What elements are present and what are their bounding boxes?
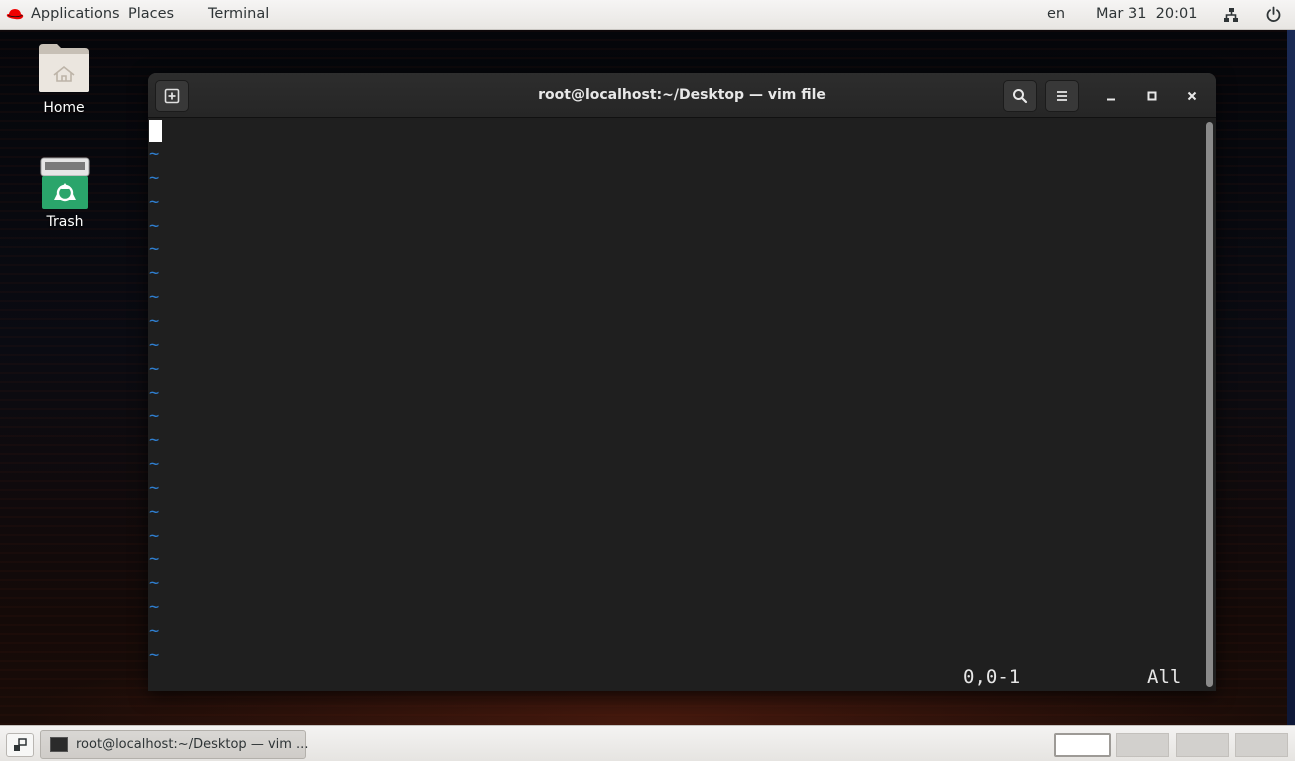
clock[interactable]: Mar 31 20:01 — [1096, 6, 1197, 22]
workspace-2[interactable] — [1116, 733, 1169, 757]
vim-empty-line-marker: ~ — [149, 621, 160, 641]
vim-empty-line-marker: ~ — [149, 597, 160, 618]
show-desktop-button[interactable] — [6, 733, 34, 757]
workspace-1[interactable] — [1054, 733, 1111, 757]
vim-empty-line-marker: ~ — [149, 382, 160, 403]
applications-menu[interactable]: Applications — [31, 6, 120, 22]
search-button[interactable] — [1003, 80, 1037, 112]
vim-empty-line-marker: ~ — [149, 191, 160, 212]
home-label: Home — [43, 100, 85, 116]
workspace-3[interactable] — [1176, 733, 1229, 757]
vim-empty-line-marker: ~ — [149, 358, 160, 379]
show-desktop-icon — [14, 738, 27, 751]
vim-empty-line-marker: ~ — [149, 263, 160, 284]
vim-empty-line-marker: ~ — [149, 549, 160, 570]
menu-button[interactable] — [1045, 80, 1079, 112]
terminal-content[interactable]: 0,0-1 All ~ ~ ~ ~ ~ ~ ~ ~ ~ ~ ~ ~ ~ ~ ~ ~ ~ ~ ~ ~ ~ ~ — [148, 118, 1204, 691]
vim-empty-line-marker: ~ — [149, 334, 160, 355]
maximize-icon — [1147, 91, 1157, 101]
language-indicator[interactable]: en — [1047, 6, 1065, 22]
vim-empty-line-marker: ~ — [149, 573, 160, 594]
taskbar-window-label: root@localhost:~/Desktop — vim ... — [76, 737, 309, 752]
terminal-window: root@localhost:~/Desktop — vim file 0,0-… — [148, 73, 1216, 691]
desktop-icon-home[interactable]: Home — [19, 42, 109, 116]
vim-cursor-position: 0,0-1 — [963, 666, 1021, 688]
top-bar: Applications Places Terminal en Mar 31 2… — [0, 0, 1295, 30]
vim-empty-line-marker: ~ — [149, 310, 160, 331]
close-button[interactable] — [1181, 85, 1203, 107]
vim-empty-line-marker: ~ — [149, 215, 160, 236]
terminal-app-menu[interactable]: Terminal — [208, 6, 269, 22]
vim-empty-line-marker: ~ — [149, 501, 160, 522]
bottom-taskbar: root@localhost:~/Desktop — vim ... — [0, 725, 1295, 761]
vim-scroll-indicator: All — [1147, 666, 1182, 688]
close-icon — [1187, 91, 1197, 101]
vim-empty-line-marker: ~ — [149, 525, 160, 546]
minimize-button[interactable] — [1100, 85, 1122, 107]
vim-empty-line-marker: ~ — [149, 239, 160, 260]
vim-empty-line-marker: ~ — [149, 430, 160, 451]
vim-empty-line-marker: ~ — [149, 454, 160, 475]
home-folder-icon — [39, 44, 89, 92]
maximize-button[interactable] — [1141, 85, 1163, 107]
vim-empty-line-marker: ~ — [149, 287, 160, 308]
vim-empty-line-marker: ~ — [149, 167, 160, 188]
terminal-app-icon — [50, 737, 68, 752]
power-icon[interactable] — [1265, 6, 1282, 23]
taskbar-window-button[interactable]: root@localhost:~/Desktop — vim ... — [40, 730, 309, 759]
redhat-logo-icon — [6, 9, 24, 20]
desktop-edge — [1287, 30, 1295, 725]
desktop-icon-trash[interactable]: Trash — [20, 157, 110, 230]
trash-label: Trash — [46, 214, 84, 230]
vim-empty-line-marker: ~ — [149, 406, 160, 427]
vim-empty-line-marker: ~ — [149, 144, 160, 164]
text-cursor — [149, 120, 162, 142]
network-icon[interactable] — [1223, 7, 1239, 23]
places-menu[interactable]: Places — [128, 6, 174, 22]
window-titlebar[interactable]: root@localhost:~/Desktop — vim file — [148, 73, 1216, 118]
scrollbar-thumb[interactable] — [1206, 122, 1213, 687]
minimize-icon — [1107, 98, 1115, 101]
trash-icon — [40, 157, 90, 209]
vim-empty-line-marker: ~ — [149, 644, 160, 665]
menu-icon — [1057, 91, 1067, 101]
workspace-4[interactable] — [1235, 733, 1288, 757]
search-icon — [1013, 89, 1028, 104]
vim-empty-line-marker: ~ — [149, 477, 160, 498]
